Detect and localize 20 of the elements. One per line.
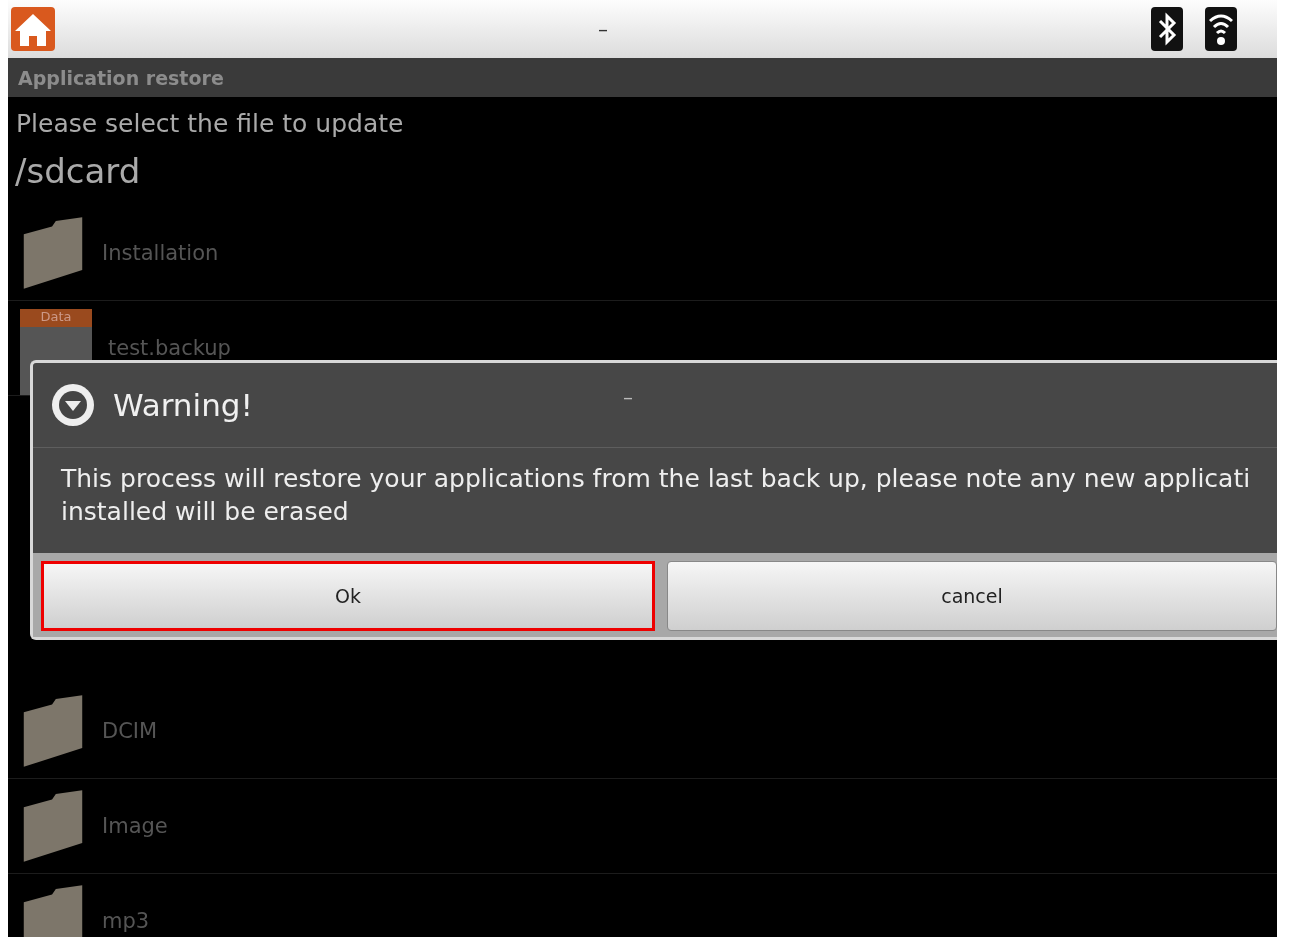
file-name: test.backup <box>108 336 231 360</box>
file-row[interactable]: mp3 <box>8 874 1277 937</box>
status-text: – <box>597 17 609 41</box>
wifi-signal-icon <box>1205 7 1237 51</box>
file-row[interactable]: DCIM <box>8 684 1277 779</box>
current-path: /sdcard <box>14 151 142 193</box>
cancel-button[interactable]: cancel <box>667 561 1277 631</box>
prompt-text: Please select the file to update <box>15 108 405 140</box>
file-name: Installation <box>102 241 219 265</box>
bluetooth-icon <box>1151 7 1183 51</box>
file-name: mp3 <box>102 909 150 933</box>
ok-button[interactable]: Ok <box>41 561 655 631</box>
home-icon[interactable] <box>11 7 55 51</box>
file-name: Image <box>102 814 168 838</box>
file-row[interactable]: Installation <box>8 206 1277 301</box>
file-row[interactable]: Image <box>8 779 1277 874</box>
warning-icon <box>49 381 97 429</box>
file-name: DCIM <box>102 719 158 743</box>
app-title: Application restore <box>18 66 224 89</box>
dialog-message: This process will restore your applications from the last back up, please note any new applicati installed will be erased <box>60 463 1252 528</box>
